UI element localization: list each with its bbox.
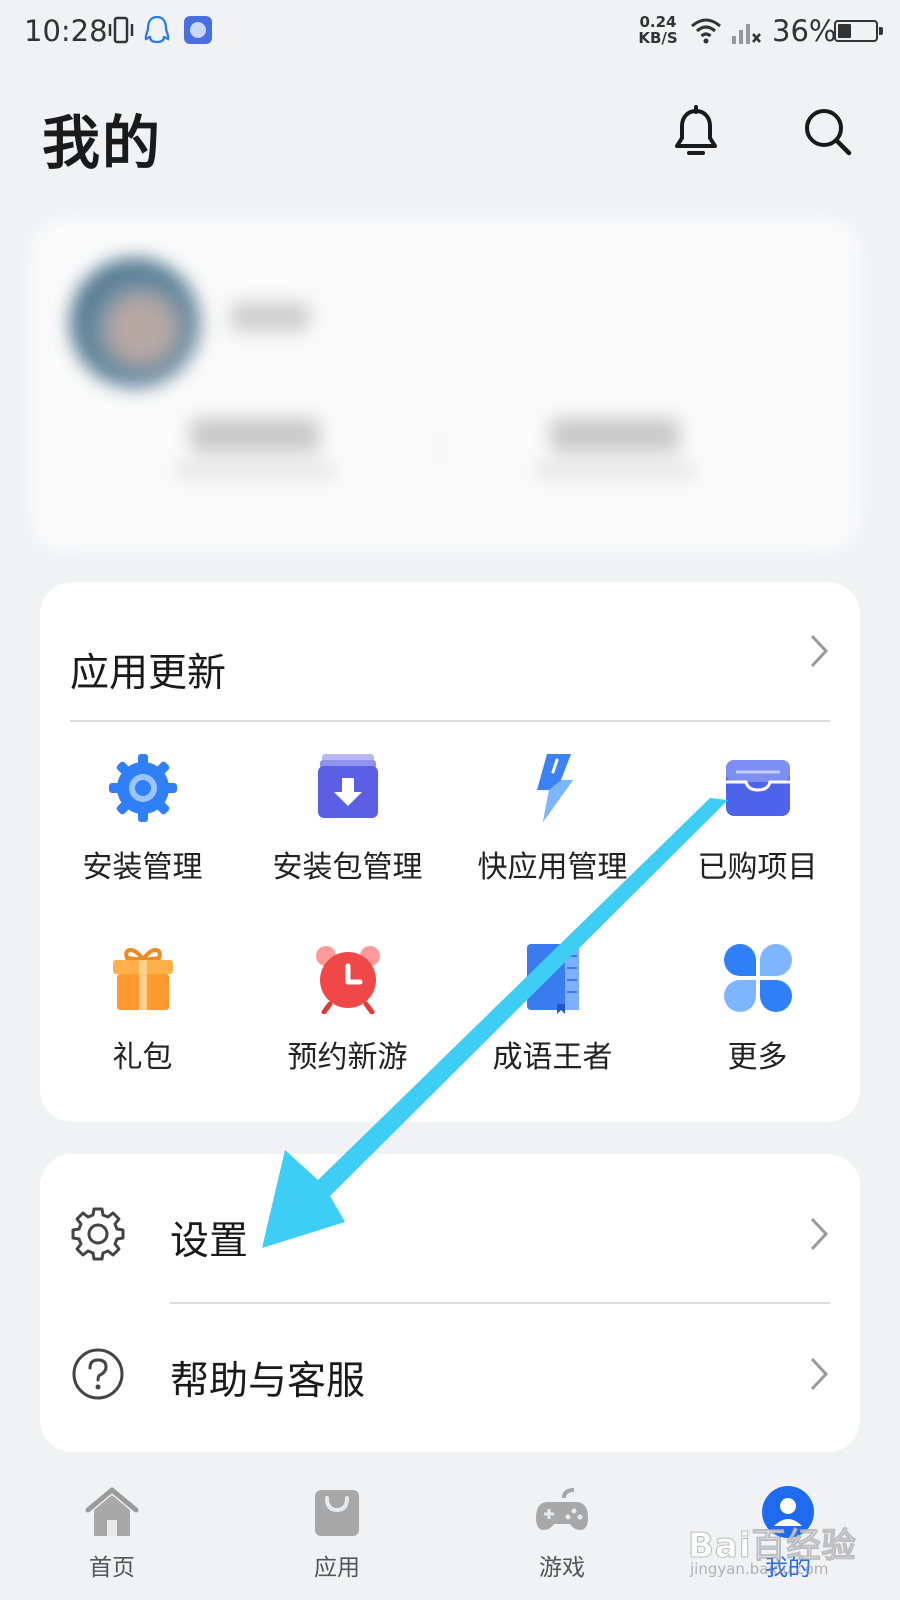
page-title: 我的	[42, 109, 163, 177]
help-support-label: 帮助与客服	[170, 1359, 366, 1404]
baidu-watermark-url: jingyan.baidu.com	[690, 1560, 829, 1578]
chevron-right-icon	[810, 1217, 829, 1251]
stat-value-blurred	[550, 418, 680, 452]
nav-label: 应用	[314, 1555, 360, 1581]
tools-card: 应用更新 安装管理 安装包管理 快应用管理 已购项目 礼包 预约新游 成语王者 …	[40, 582, 860, 1122]
app-notification-icon	[184, 16, 212, 44]
stat-value-blurred	[190, 418, 320, 452]
alarm-clock-icon	[315, 946, 380, 1014]
no-signal-icon	[732, 24, 761, 44]
nav-label: 首页	[89, 1555, 135, 1581]
bell-icon	[675, 105, 717, 155]
question-circle-icon	[72, 1348, 124, 1400]
qq-icon	[144, 15, 170, 44]
tool-more[interactable]: 更多	[655, 942, 860, 1076]
chevron-right-icon	[810, 1357, 829, 1391]
gear-blue-icon	[108, 754, 177, 822]
help-support-row[interactable]: 帮助与客服	[40, 1304, 860, 1444]
avatar[interactable]	[70, 258, 200, 388]
chevron-right-icon	[810, 634, 829, 668]
stat-label-blurred	[175, 462, 335, 478]
tool-install-manager[interactable]: 安装管理	[40, 752, 245, 886]
tool-label: 更多	[727, 1040, 788, 1075]
gamepad-icon	[536, 1488, 588, 1530]
tool-new-game-reservation[interactable]: 预约新游	[245, 942, 450, 1076]
home-icon	[85, 1487, 139, 1536]
nav-label: 游戏	[539, 1555, 585, 1581]
search-button[interactable]	[796, 100, 860, 164]
status-bar: 10:28 0.24 KB/S 36%	[0, 0, 900, 64]
stat-divider	[440, 428, 442, 468]
tool-quick-app-manager[interactable]: 快应用管理	[450, 752, 655, 886]
settings-row[interactable]: 设置	[40, 1164, 860, 1304]
tool-purchased[interactable]: 已购项目	[655, 752, 860, 886]
app-update-label: 应用更新	[70, 651, 227, 696]
battery-percent: 36%	[772, 14, 837, 48]
wifi-icon	[691, 18, 721, 44]
battery-icon	[834, 20, 883, 42]
wallet-icon	[725, 760, 790, 816]
gear-outline-icon	[71, 1207, 125, 1261]
lightning-icon	[536, 754, 573, 822]
notifications-button[interactable]	[664, 100, 728, 164]
tool-label: 快应用管理	[477, 850, 628, 885]
tool-label: 安装包管理	[272, 850, 423, 885]
tool-label: 成语王者	[492, 1040, 613, 1075]
tool-label: 预约新游	[287, 1040, 408, 1075]
stat-label-blurred	[535, 462, 695, 478]
username-blurred	[230, 302, 310, 332]
nav-games[interactable]: 游戏	[492, 1484, 632, 1582]
divider	[70, 720, 830, 722]
battery-level	[838, 24, 851, 38]
app-update-row[interactable]: 应用更新	[40, 582, 860, 722]
settings-label: 设置	[170, 1219, 249, 1264]
tool-label: 礼包	[112, 1040, 173, 1075]
shopping-bag-icon	[315, 1490, 359, 1536]
four-petal-icon	[723, 944, 792, 1012]
status-time: 10:28	[24, 14, 108, 48]
tool-package-manager[interactable]: 安装包管理	[245, 752, 450, 886]
profile-card[interactable]	[30, 218, 860, 552]
nav-home[interactable]: 首页	[42, 1484, 182, 1582]
gift-icon	[112, 948, 173, 1010]
tool-idiom-king[interactable]: 成语王者	[450, 942, 655, 1076]
vibrate-icon	[108, 16, 134, 44]
nav-apps[interactable]: 应用	[267, 1484, 407, 1582]
settings-card: 设置 帮助与客服	[40, 1154, 860, 1452]
tool-label: 安装管理	[82, 850, 203, 885]
search-icon	[805, 109, 852, 156]
package-download-icon	[317, 754, 378, 818]
tool-label: 已购项目	[697, 850, 818, 885]
book-icon	[526, 944, 579, 1014]
network-speed: 0.24 KB/S	[638, 13, 678, 47]
tool-gift[interactable]: 礼包	[40, 942, 245, 1076]
